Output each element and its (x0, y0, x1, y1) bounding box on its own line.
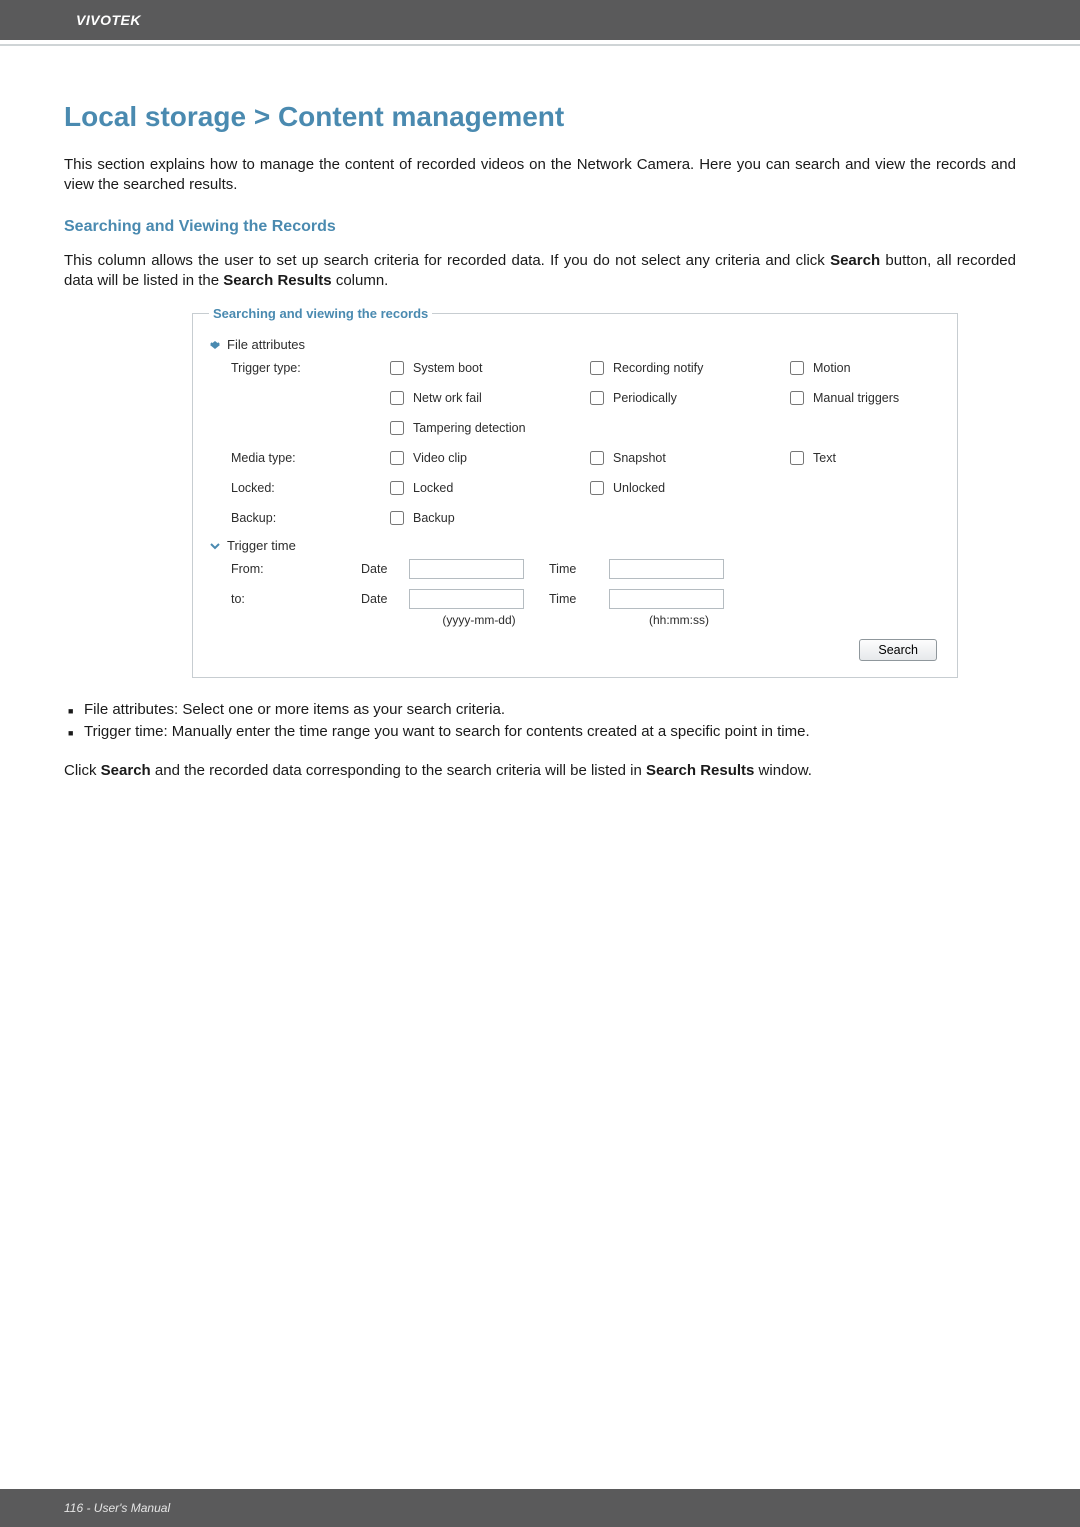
bullet-list: File attributes: Select one or more item… (64, 700, 1016, 743)
bullet-file-attributes: File attributes: Select one or more item… (68, 700, 1016, 720)
checkbox-video-clip[interactable]: Video clip (386, 448, 586, 468)
label-tampering-detection: Tampering detection (413, 421, 526, 435)
closing-mid: and the recorded data corresponding to t… (151, 762, 646, 779)
section-intro: This column allows the user to set up se… (64, 251, 1016, 292)
label-network-fail: Netw ork fail (413, 391, 482, 405)
locked-label: Locked: (231, 481, 386, 495)
checkbox-network-fail[interactable]: Netw ork fail (386, 388, 586, 408)
checkbox-input-recording-notify[interactable] (590, 361, 604, 375)
date-label-to: Date (361, 592, 409, 606)
checkbox-input-manual-triggers[interactable] (790, 391, 804, 405)
label-motion: Motion (813, 361, 851, 375)
label-system-boot: System boot (413, 361, 482, 375)
time-format-hint: (hh:mm:ss) (609, 613, 749, 627)
label-manual-triggers: Manual triggers (813, 391, 899, 405)
section-heading: Searching and Viewing the Records (64, 218, 1016, 236)
from-date-input[interactable] (409, 559, 524, 579)
checkbox-input-unlocked[interactable] (590, 481, 604, 495)
checkbox-input-periodically[interactable] (590, 391, 604, 405)
bullet-trigger-time: Trigger time: Manually enter the time ra… (68, 722, 1016, 742)
file-attributes-label: File attributes (227, 337, 305, 352)
bullet-trigger-time-text: Trigger time: Manually enter the time ra… (84, 723, 810, 740)
label-text: Text (813, 451, 836, 465)
checkbox-backup[interactable]: Backup (386, 508, 586, 528)
from-label: From: (231, 562, 361, 576)
checkbox-text[interactable]: Text (786, 448, 941, 468)
from-time-input[interactable] (609, 559, 724, 579)
file-attributes-toggle[interactable]: File attributes (209, 337, 941, 352)
time-label-from: Time (549, 562, 609, 576)
brand-logo: VIVOTEK (0, 0, 1080, 40)
checkbox-input-locked[interactable] (390, 481, 404, 495)
section-intro-post: column. (332, 272, 389, 289)
intro-paragraph: This section explains how to manage the … (64, 155, 1016, 196)
format-hint-row: (yyyy-mm-dd) (hh:mm:ss) (209, 613, 941, 627)
file-attributes-grid: Trigger type: System boot Recording noti… (209, 358, 941, 534)
date-format-hint: (yyyy-mm-dd) (409, 613, 549, 627)
checkbox-input-motion[interactable] (790, 361, 804, 375)
checkbox-recording-notify[interactable]: Recording notify (586, 358, 786, 378)
checkbox-input-backup[interactable] (390, 511, 404, 525)
to-time-input[interactable] (609, 589, 724, 609)
checkbox-periodically[interactable]: Periodically (586, 388, 786, 408)
search-form-figure: Searching and viewing the records File a… (190, 306, 890, 678)
section-intro-bold1: Search (830, 252, 880, 269)
page-title: Local storage > Content management (64, 101, 1016, 133)
checkbox-locked[interactable]: Locked (386, 478, 586, 498)
checkbox-input-network-fail[interactable] (390, 391, 404, 405)
chevron-down-icon (209, 339, 221, 351)
checkbox-tampering-detection[interactable]: Tampering detection (386, 418, 941, 438)
checkbox-unlocked[interactable]: Unlocked (586, 478, 786, 498)
closing-bold2: Search Results (646, 762, 754, 779)
section-intro-pre: This column allows the user to set up se… (64, 252, 830, 269)
label-video-clip: Video clip (413, 451, 467, 465)
header-bar: VIVOTEK (0, 0, 1080, 40)
trigger-time-grid: From: Date Time to: Date Time (209, 559, 941, 609)
checkbox-motion[interactable]: Motion (786, 358, 941, 378)
label-periodically: Periodically (613, 391, 677, 405)
to-label: to: (231, 592, 361, 606)
section-intro-bold2: Search Results (223, 272, 331, 289)
date-label-from: Date (361, 562, 409, 576)
search-records-fieldset: Searching and viewing the records File a… (192, 306, 958, 678)
trigger-time-label: Trigger time (227, 538, 296, 553)
label-recording-notify: Recording notify (613, 361, 703, 375)
search-button[interactable]: Search (859, 639, 937, 661)
footer-text: 116 - User's Manual (0, 1489, 1080, 1527)
backup-label: Backup: (231, 511, 386, 525)
closing-bold1: Search (101, 762, 151, 779)
fieldset-legend: Searching and viewing the records (209, 306, 432, 321)
checkbox-input-text[interactable] (790, 451, 804, 465)
footer-bar: 116 - User's Manual (0, 1489, 1080, 1527)
closing-pre: Click (64, 762, 101, 779)
checkbox-input-video-clip[interactable] (390, 451, 404, 465)
closing-paragraph: Click Search and the recorded data corre… (64, 761, 1016, 781)
label-backup-text: Backup (413, 511, 455, 525)
checkbox-snapshot[interactable]: Snapshot (586, 448, 786, 468)
trigger-time-toggle[interactable]: Trigger time (209, 538, 941, 553)
chevron-down-icon (209, 540, 221, 552)
media-type-label: Media type: (231, 451, 386, 465)
label-locked: Locked (413, 481, 453, 495)
label-snapshot: Snapshot (613, 451, 666, 465)
to-date-input[interactable] (409, 589, 524, 609)
time-label-to: Time (549, 592, 609, 606)
label-unlocked: Unlocked (613, 481, 665, 495)
trigger-type-label: Trigger type: (231, 361, 386, 375)
closing-post: window. (754, 762, 812, 779)
checkbox-input-snapshot[interactable] (590, 451, 604, 465)
checkbox-input-tampering-detection[interactable] (390, 421, 404, 435)
checkbox-system-boot[interactable]: System boot (386, 358, 586, 378)
checkbox-input-system-boot[interactable] (390, 361, 404, 375)
checkbox-manual-triggers[interactable]: Manual triggers (786, 388, 941, 408)
